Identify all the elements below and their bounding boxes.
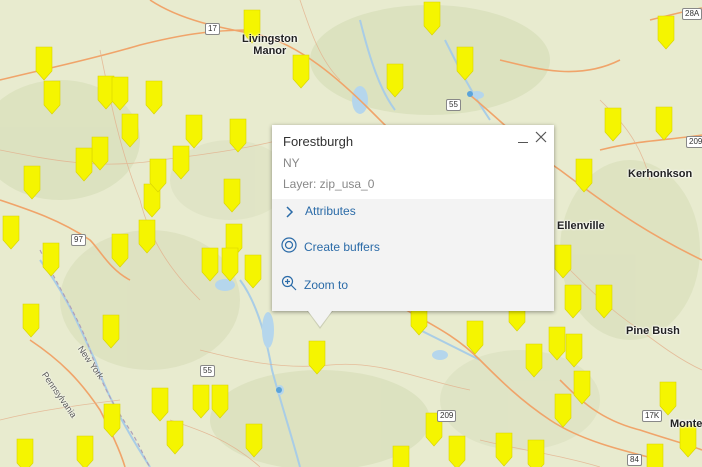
route-shield: 28A [682, 8, 702, 20]
create-buffers-label: Create buffers [304, 239, 380, 254]
route-shield: 209 [437, 410, 457, 422]
zip-point-marker[interactable] [76, 435, 94, 467]
popup-layer: Layer: zip_usa_0 [283, 177, 375, 191]
place-label-monte: Monte [670, 418, 702, 430]
popup-controls [517, 129, 547, 146]
zip-point-marker[interactable] [646, 443, 664, 467]
route-shield: 17 [205, 23, 220, 35]
place-label-line: Manor [253, 45, 287, 57]
place-label-pine-bush: Pine Bush [626, 325, 680, 337]
zoom-to-button[interactable]: Zoom to [281, 275, 348, 294]
create-buffers-button[interactable]: Create buffers [281, 237, 380, 256]
route-shield: 55 [200, 365, 215, 377]
buffer-icon [281, 237, 299, 256]
place-label-livingston-manor: Livingston Manor [242, 33, 298, 57]
popup-actions: Create buffers Zoom to [272, 223, 554, 311]
popup-pointer [308, 311, 332, 327]
feature-popup: Forestburgh NY Layer: zip_usa_0 Attribut… [272, 125, 554, 329]
zip-point-marker[interactable] [527, 439, 545, 467]
route-shield: 17K [642, 410, 663, 422]
attributes-toggle[interactable]: Attributes [272, 199, 554, 223]
water-point-icon [467, 91, 473, 97]
zip-point-marker[interactable] [392, 445, 410, 467]
popup-title: Forestburgh [283, 134, 354, 149]
water-point-icon [276, 387, 282, 393]
zip-point-marker[interactable] [448, 435, 466, 467]
route-shield: 209 [686, 136, 702, 148]
popup-state: NY [283, 156, 300, 170]
minimize-icon[interactable] [517, 132, 529, 144]
attributes-label: Attributes [305, 204, 356, 218]
chevron-right-icon [286, 205, 294, 223]
place-label-ellenville: Ellenville [557, 220, 605, 232]
zoom-in-icon [281, 275, 299, 294]
route-shield: 55 [446, 99, 461, 111]
place-label-line: Livingston [242, 33, 298, 45]
close-icon[interactable] [535, 130, 547, 146]
zip-point-marker[interactable] [16, 438, 34, 467]
route-shield: 84 [627, 454, 642, 466]
route-shield: 97 [71, 234, 86, 246]
place-label-kerhonkson: Kerhonkson [628, 168, 693, 180]
zoom-to-label: Zoom to [304, 277, 349, 292]
